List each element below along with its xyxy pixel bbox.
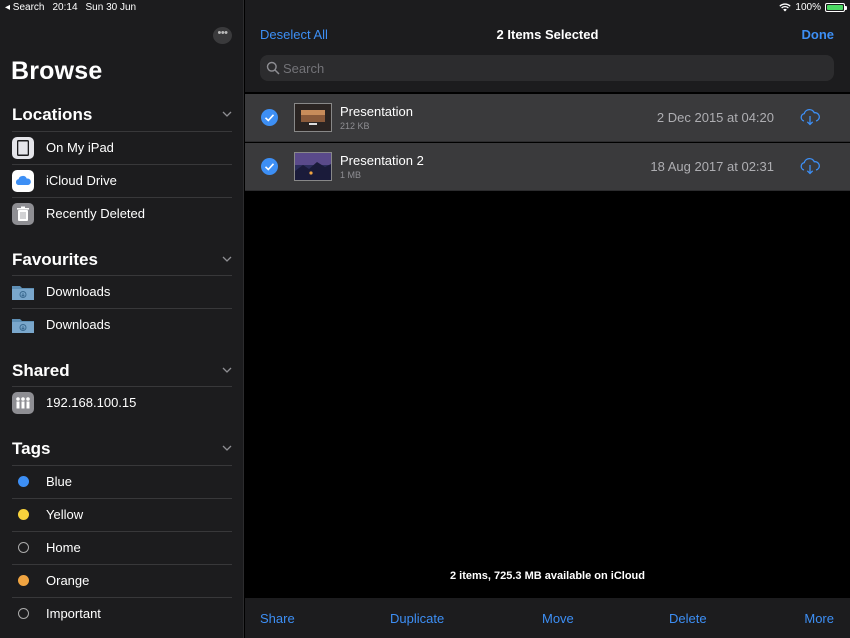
file-row[interactable]: Presentation 2 1 MB 18 Aug 2017 at 02:31 <box>245 143 850 191</box>
delete-button[interactable]: Delete <box>669 611 707 626</box>
trash-icon <box>12 203 34 225</box>
file-thumbnail <box>294 103 332 132</box>
wifi-icon <box>779 3 792 12</box>
section-title: Favourites <box>12 250 98 269</box>
section-shared[interactable]: Shared <box>12 359 232 383</box>
selected-checkmark[interactable] <box>261 109 278 126</box>
tag-item-orange[interactable]: Orange <box>12 564 232 597</box>
storage-info: 2 items, 725.3 MB available on iCloud <box>449 570 645 582</box>
sidebar-item-label: On My iPad <box>46 140 114 155</box>
status-bar: ◂ Search 20:14 Sun 30 Jun 100% <box>0 0 850 16</box>
section-favourites[interactable]: Favourites <box>12 248 232 272</box>
file-date: 2 Dec 2015 at 04:20 <box>656 110 774 125</box>
chevron-down-icon <box>222 367 232 373</box>
main-content: Deselect All 2 Items Selected Done Prese… <box>245 0 850 638</box>
sidebar-item-label: Recently Deleted <box>46 206 145 221</box>
checkmark-icon <box>264 114 275 122</box>
chevron-down-icon <box>222 111 232 117</box>
shared-server-icon <box>12 392 34 414</box>
sidebar-item-label: iCloud Drive <box>46 173 117 188</box>
tag-dot-empty <box>18 608 29 619</box>
checkmark-icon <box>264 163 275 171</box>
cloud-download-icon[interactable] <box>798 108 822 126</box>
tag-item-yellow[interactable]: Yellow <box>12 498 232 531</box>
sidebar-item-label: 192.168.100.15 <box>46 395 137 410</box>
icloud-icon <box>12 170 34 192</box>
tag-dot-empty <box>18 542 29 553</box>
file-name: Presentation 2 <box>340 153 424 168</box>
tag-dot-yellow <box>18 509 29 520</box>
tag-label: Home <box>46 540 81 555</box>
tag-label: Important <box>46 606 101 621</box>
more-options-button[interactable]: ••• <box>213 27 232 44</box>
tag-item-blue[interactable]: Blue <box>12 465 232 498</box>
sidebar-item-downloads[interactable]: Downloads <box>12 308 232 341</box>
back-to-search-link[interactable]: ◂ Search <box>5 2 44 13</box>
selected-checkmark[interactable] <box>261 158 278 175</box>
done-button[interactable]: Done <box>802 27 835 42</box>
ipad-icon <box>12 137 34 159</box>
sidebar: ••• Browse Locations On My iPad iCloud D… <box>0 0 244 638</box>
file-size: 1 MB <box>340 170 362 180</box>
sidebar-item-icloud-drive[interactable]: iCloud Drive <box>12 164 232 197</box>
battery-percent: 100% <box>795 2 821 13</box>
search-icon <box>266 61 280 75</box>
page-title: 2 Items Selected <box>496 27 599 42</box>
downloads-folder-icon <box>12 319 34 333</box>
status-date: Sun 30 Jun <box>85 2 137 13</box>
chevron-down-icon <box>222 445 232 451</box>
tag-dot-blue <box>18 476 29 487</box>
more-button[interactable]: More <box>804 611 834 626</box>
file-thumbnail <box>294 152 332 181</box>
status-time: 20:14 <box>52 2 78 13</box>
share-button[interactable]: Share <box>260 611 295 626</box>
search-field[interactable] <box>260 55 834 81</box>
tag-label: Orange <box>46 573 90 588</box>
sidebar-item-label: Downloads <box>46 317 111 332</box>
section-title: Shared <box>12 361 70 380</box>
search-input[interactable] <box>283 58 823 78</box>
section-locations[interactable]: Locations <box>12 103 232 127</box>
file-row[interactable]: Presentation 212 KB 2 Dec 2015 at 04:20 <box>245 94 850 142</box>
tag-label: Blue <box>46 474 73 489</box>
tag-item-home[interactable]: Home <box>12 531 232 564</box>
move-button[interactable]: Move <box>542 611 574 626</box>
file-name: Presentation <box>340 104 413 119</box>
battery-icon <box>825 3 847 12</box>
sidebar-item-server[interactable]: 192.168.100.15 <box>12 386 232 419</box>
file-date: 18 Aug 2017 at 02:31 <box>650 159 774 174</box>
cloud-download-icon[interactable] <box>798 157 822 175</box>
file-size: 212 KB <box>340 121 370 131</box>
bottom-toolbar: Share Duplicate Move Delete More <box>245 598 850 638</box>
tag-item-important[interactable]: Important <box>12 597 232 630</box>
section-title: Locations <box>12 105 93 124</box>
duplicate-button[interactable]: Duplicate <box>390 611 444 626</box>
sidebar-item-label: Downloads <box>46 284 111 299</box>
chevron-down-icon <box>222 256 232 262</box>
tag-dot-orange <box>18 575 29 586</box>
tag-label: Yellow <box>46 507 84 522</box>
sidebar-item-downloads[interactable]: Downloads <box>12 275 232 308</box>
sidebar-item-recently-deleted[interactable]: Recently Deleted <box>12 197 232 230</box>
downloads-folder-icon <box>12 286 34 300</box>
section-title: Tags <box>12 439 51 458</box>
browse-title: Browse <box>11 57 103 85</box>
sidebar-item-on-my-ipad[interactable]: On My iPad <box>12 131 232 164</box>
section-tags[interactable]: Tags <box>12 437 232 461</box>
